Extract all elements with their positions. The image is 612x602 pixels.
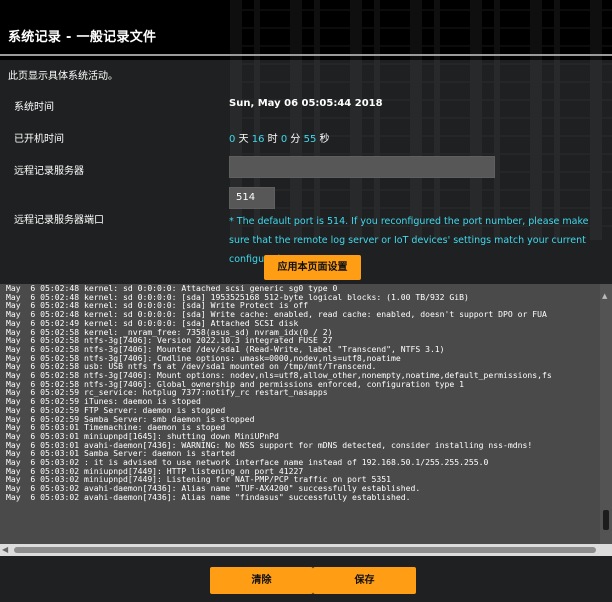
clear-button[interactable]: 清除 bbox=[210, 567, 313, 594]
remote-log-port-input[interactable]: 514 bbox=[229, 187, 275, 209]
uptime-hours-unit: 时 bbox=[267, 134, 278, 145]
uptime-minutes-unit: 分 bbox=[290, 134, 301, 145]
log-content[interactable]: May 6 05:02:48 kernel: sd 0:0:0:0: Attac… bbox=[0, 284, 600, 544]
uptime-days: 0 bbox=[229, 134, 236, 145]
page-description: 此页显示具体系统活动。 bbox=[8, 71, 118, 82]
log-viewer[interactable]: May 6 05:02:48 kernel: sd 0:0:0:0: Attac… bbox=[0, 284, 612, 556]
scroll-left-icon[interactable]: ◀ bbox=[2, 545, 8, 554]
scroll-up-icon[interactable]: ▲ bbox=[602, 292, 607, 300]
system-time-label: 系统时间 bbox=[14, 102, 54, 113]
uptime-hours: 16 bbox=[251, 134, 265, 145]
vertical-scroll-thumb[interactable] bbox=[603, 510, 609, 530]
uptime-seconds: 55 bbox=[303, 134, 317, 145]
header-pattern bbox=[230, 0, 612, 240]
log-line: May 6 05:03:02 avahi-daemon[7436]: Alias… bbox=[6, 491, 411, 502]
vertical-scrollbar[interactable]: ▲ bbox=[600, 284, 612, 544]
page-title: 系统记录 - 一般记录文件 bbox=[8, 30, 157, 45]
remote-log-server-input[interactable] bbox=[229, 156, 495, 178]
uptime-seconds-unit: 秒 bbox=[319, 134, 330, 145]
system-time-value: Sun, May 06 05:05:44 2018 bbox=[229, 98, 383, 109]
horizontal-scrollbar[interactable]: ◀ bbox=[0, 544, 600, 556]
uptime-label: 已开机时间 bbox=[14, 134, 64, 145]
uptime-value: 0 天 16 时 0 分 55 秒 bbox=[229, 130, 330, 145]
save-button[interactable]: 保存 bbox=[313, 567, 416, 594]
uptime-minutes: 0 bbox=[280, 134, 288, 145]
remote-log-port-label: 远程记录服务器端口 bbox=[14, 215, 104, 226]
scrollbar-corner bbox=[600, 544, 612, 556]
uptime-days-unit: 天 bbox=[238, 134, 249, 145]
horizontal-scroll-thumb[interactable] bbox=[14, 547, 596, 553]
title-divider bbox=[0, 54, 612, 56]
apply-button[interactable]: 应用本页面设置 bbox=[264, 255, 361, 280]
remote-log-server-label: 远程记录服务器 bbox=[14, 166, 84, 177]
